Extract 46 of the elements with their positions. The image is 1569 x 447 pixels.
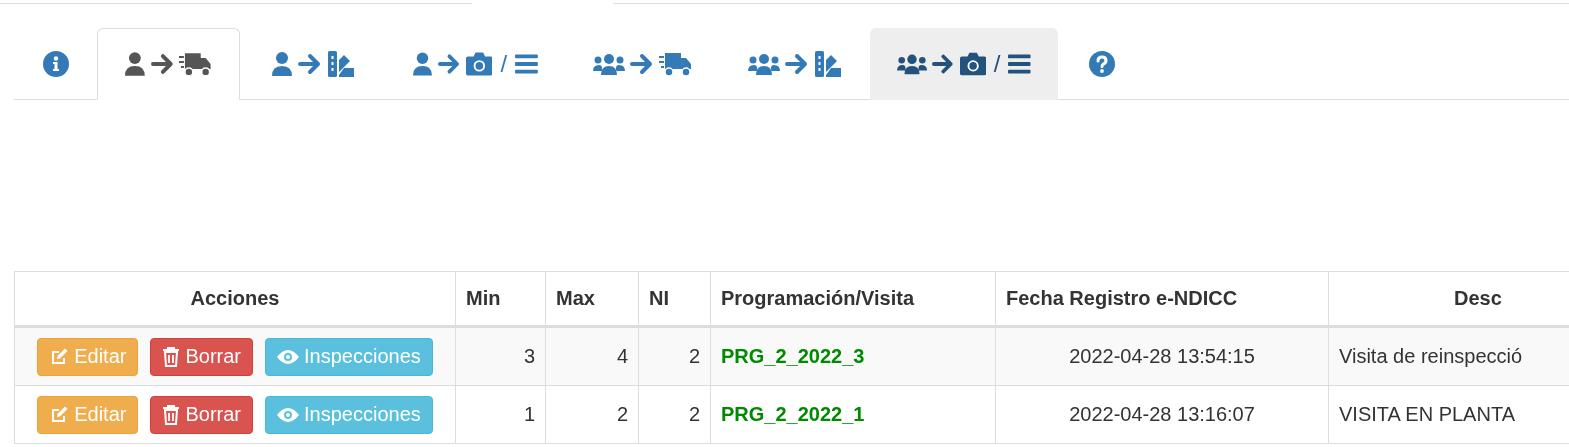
list-icon [515, 53, 538, 75]
arrow-icon [297, 53, 322, 75]
edit-icon [49, 346, 70, 367]
table-cell: 2022-04-28 13:54:15 [995, 326, 1329, 386]
swatch-icon [814, 51, 842, 77]
camera-icon [465, 52, 493, 76]
person-icon [270, 52, 293, 76]
delete-button[interactable]: Borrar [150, 337, 254, 376]
table-cell: 2 [545, 385, 639, 444]
help-icon [1088, 51, 1115, 77]
person-icon [412, 52, 433, 76]
arrow-icon [932, 53, 955, 75]
info-icon [42, 51, 69, 77]
truck-icon [658, 51, 693, 77]
trash-icon [162, 404, 181, 425]
program-link[interactable]: PRG_2_2022_3 [710, 326, 996, 386]
eye-icon [277, 348, 300, 365]
eye-icon [277, 406, 300, 423]
group-icon [897, 53, 927, 75]
arrow-icon [785, 53, 809, 75]
arrow-icon [150, 53, 175, 75]
arrow-icon [437, 53, 461, 75]
arrow-icon [629, 53, 654, 75]
edit-icon [49, 404, 70, 425]
table-cell: 2022-04-28 13:16:07 [995, 385, 1329, 444]
table-cell: 2 [638, 385, 711, 444]
list-icon [1008, 53, 1031, 75]
tab[interactable] [97, 28, 240, 100]
program-link[interactable]: PRG_2_2022_1 [710, 385, 996, 444]
table-cell: 4 [545, 326, 639, 386]
truck-icon [179, 51, 213, 77]
group-icon [592, 53, 625, 75]
person-icon [124, 52, 146, 76]
tab[interactable]: / [870, 28, 1058, 100]
camera-icon [959, 52, 986, 76]
table-cell: 2 [638, 326, 711, 386]
table-cell: Visita de reinspecció [1328, 326, 1569, 386]
delete-button[interactable]: Borrar [150, 395, 254, 434]
tab[interactable]: / [385, 28, 565, 100]
table-cell: 3 [455, 326, 546, 386]
view-button[interactable]: Inspecciones [265, 337, 433, 376]
group-icon [748, 53, 780, 75]
trash-icon [162, 346, 181, 367]
table-cell: 1 [455, 385, 546, 444]
view-button[interactable]: Inspecciones [265, 395, 433, 434]
swatch-icon [326, 51, 355, 77]
